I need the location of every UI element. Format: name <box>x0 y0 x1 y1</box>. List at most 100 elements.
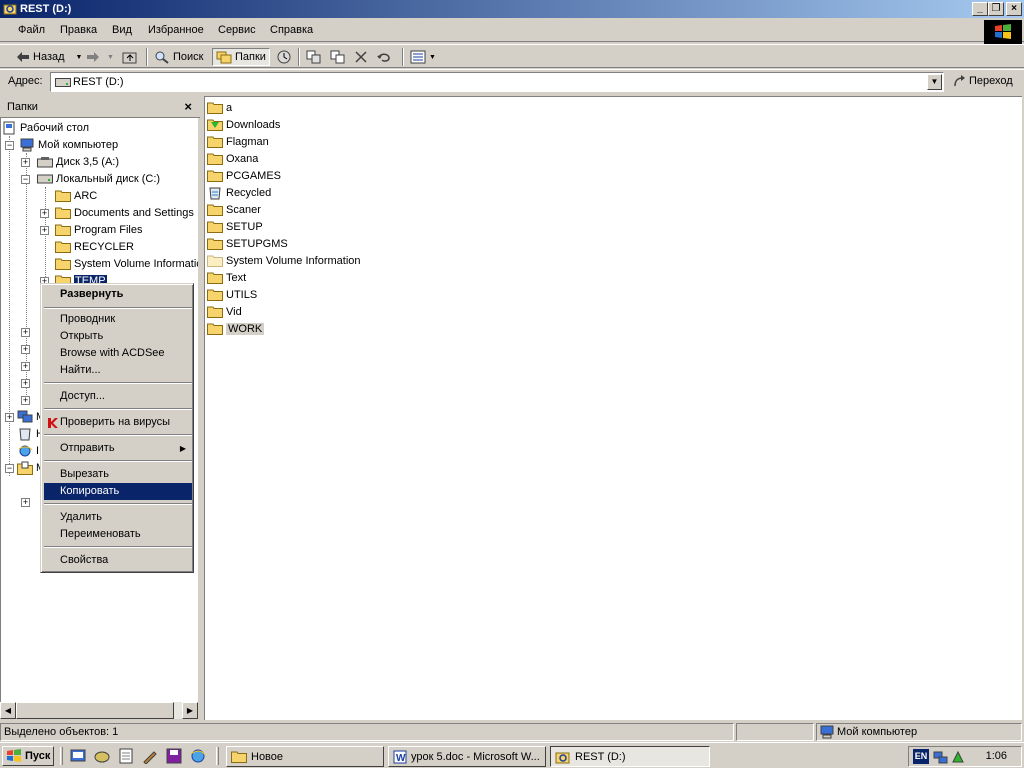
search-icon <box>155 51 169 64</box>
tree-item-program-files[interactable]: Program Files <box>55 221 142 238</box>
close-button[interactable]: × <box>1006 2 1022 16</box>
forward-button[interactable]: ▼ <box>86 48 114 66</box>
expand-toggle[interactable]: + <box>21 362 30 371</box>
views-dropdown-icon[interactable]: ▼ <box>429 54 436 61</box>
save-disk-icon[interactable] <box>166 748 182 764</box>
list-item[interactable]: Text <box>207 269 246 286</box>
close-pane-icon[interactable]: × <box>184 99 192 114</box>
folders-button[interactable]: Папки <box>212 48 270 66</box>
tree-item-arc[interactable]: ARC <box>55 187 97 204</box>
expand-toggle[interactable]: + <box>21 328 30 337</box>
title-bar[interactable]: REST (D:) _ ❐ × <box>0 0 1024 18</box>
menu-item-cut[interactable]: Вырезать <box>44 466 192 483</box>
tree-item-recycler[interactable]: RECYCLER <box>55 238 134 255</box>
file-list[interactable]: a Downloads Flagman Oxana PCGAMES Recycl… <box>204 96 1022 720</box>
menu-edit[interactable]: Правка <box>60 24 97 36</box>
scroll-right-button[interactable]: ▶ <box>182 702 198 719</box>
network-tray-icon[interactable] <box>932 749 948 765</box>
language-indicator[interactable]: EN <box>913 749 929 764</box>
list-item[interactable]: SETUP <box>207 218 263 235</box>
collapse-toggle[interactable]: − <box>5 464 14 473</box>
expand-toggle[interactable]: + <box>40 209 49 218</box>
address-dropdown-button[interactable]: ▼ <box>927 74 942 90</box>
views-button[interactable]: ▼ <box>410 48 436 66</box>
scroll-left-button[interactable]: ◀ <box>0 702 16 719</box>
media-icon[interactable] <box>94 748 110 764</box>
minimize-button[interactable]: _ <box>972 2 988 16</box>
list-item[interactable]: Recycled <box>207 184 271 201</box>
list-item[interactable]: a <box>207 99 232 116</box>
menu-favorites[interactable]: Избранное <box>148 24 204 36</box>
expand-toggle[interactable]: + <box>5 413 14 422</box>
back-button[interactable]: Назад ▼ <box>16 48 82 66</box>
list-item[interactable]: WORK <box>207 320 265 337</box>
scroll-thumb[interactable] <box>16 702 174 719</box>
expand-toggle[interactable]: + <box>21 396 30 405</box>
tools-icon[interactable] <box>142 748 158 764</box>
expand-toggle[interactable]: + <box>21 345 30 354</box>
task-button-new[interactable]: Новое <box>226 746 384 767</box>
restore-button[interactable]: ❐ <box>988 2 1004 16</box>
copy-to-button[interactable] <box>330 48 346 66</box>
folder-tree-horizontal-scrollbar[interactable]: ◀ ▶ <box>0 702 198 719</box>
move-to-button[interactable] <box>306 48 322 66</box>
tree-item-my-computer[interactable]: Мой компьютер <box>19 136 118 153</box>
list-item[interactable]: SETUPGMS <box>207 235 288 252</box>
menu-item-find[interactable]: Найти... <box>44 362 192 379</box>
tree-item-documents-and-settings[interactable]: Documents and Settings <box>55 204 194 221</box>
menu-item-browse-acdsee[interactable]: Browse with ACDSee <box>44 345 192 362</box>
history-button[interactable] <box>276 48 292 66</box>
usb-tray-icon[interactable] <box>950 749 966 765</box>
task-button-rest-d[interactable]: REST (D:) <box>550 746 710 767</box>
expand-toggle[interactable]: + <box>21 379 30 388</box>
task-button-word[interactable]: W урок 5.doc - Microsoft W... <box>388 746 546 767</box>
menu-item-expand[interactable]: Развернуть <box>44 286 192 303</box>
delete-button[interactable] <box>354 48 368 66</box>
expand-toggle[interactable]: + <box>21 158 30 167</box>
expand-toggle[interactable]: + <box>40 226 49 235</box>
hidden-folder-icon <box>207 255 223 267</box>
forward-dropdown-icon[interactable]: ▼ <box>107 54 114 61</box>
list-item[interactable]: PCGAMES <box>207 167 281 184</box>
tree-item-system-volume-information[interactable]: System Volume Informatic <box>55 255 198 272</box>
menu-item-open[interactable]: Открыть <box>44 328 192 345</box>
menu-tools[interactable]: Сервис <box>218 24 256 36</box>
list-item[interactable]: UTILS <box>207 286 257 303</box>
go-button[interactable]: Переход <box>952 74 1013 88</box>
collapse-toggle[interactable]: − <box>21 175 30 184</box>
menu-item-send-to[interactable]: Отправить ▶ <box>44 440 192 457</box>
menu-item-explorer[interactable]: Проводник <box>44 311 192 328</box>
address-input[interactable]: REST (D:) ▼ <box>50 72 944 92</box>
collapse-toggle[interactable]: − <box>5 141 14 150</box>
list-item[interactable]: Scaner <box>207 201 261 218</box>
tree-item-local-disk-c[interactable]: Локальный диск (C:) <box>37 170 160 187</box>
menu-item-delete[interactable]: Удалить <box>44 509 192 526</box>
search-button[interactable]: Поиск <box>154 48 203 66</box>
menu-view[interactable]: Вид <box>112 24 132 36</box>
menu-file[interactable]: Файл <box>18 24 45 36</box>
expand-toggle[interactable]: + <box>21 498 30 507</box>
menu-item-sharing[interactable]: Доступ... <box>44 388 192 405</box>
menu-help[interactable]: Справка <box>270 24 313 36</box>
tree-item-internet-explorer[interactable]: I <box>17 442 39 459</box>
list-item[interactable]: Flagman <box>207 133 269 150</box>
list-item[interactable]: System Volume Information <box>207 252 361 269</box>
list-item[interactable]: Vid <box>207 303 242 320</box>
tree-item-desktop[interactable]: Рабочий стол <box>3 119 89 136</box>
start-button[interactable]: Пуск <box>2 746 54 766</box>
back-dropdown-icon[interactable]: ▼ <box>76 54 83 61</box>
menu-item-properties[interactable]: Свойства <box>44 552 192 569</box>
undo-button[interactable] <box>376 48 392 66</box>
list-item[interactable]: Oxana <box>207 150 258 167</box>
menu-item-scan-virus[interactable]: Проверить на вирусы <box>44 414 192 431</box>
menu-item-rename[interactable]: Переименовать <box>44 526 192 543</box>
tree-item-floppy-a[interactable]: Диск 3,5 (A:) <box>37 153 119 170</box>
menu-item-copy[interactable]: Копировать <box>44 483 192 500</box>
up-folder-button[interactable] <box>122 48 138 66</box>
notepad-icon[interactable] <box>118 748 134 764</box>
internet-explorer-icon[interactable] <box>190 748 206 764</box>
show-desktop-icon[interactable] <box>70 748 86 764</box>
toolbar-separator <box>146 48 148 66</box>
list-item[interactable]: Downloads <box>207 116 280 133</box>
clock[interactable]: 1:06 <box>986 750 1007 762</box>
